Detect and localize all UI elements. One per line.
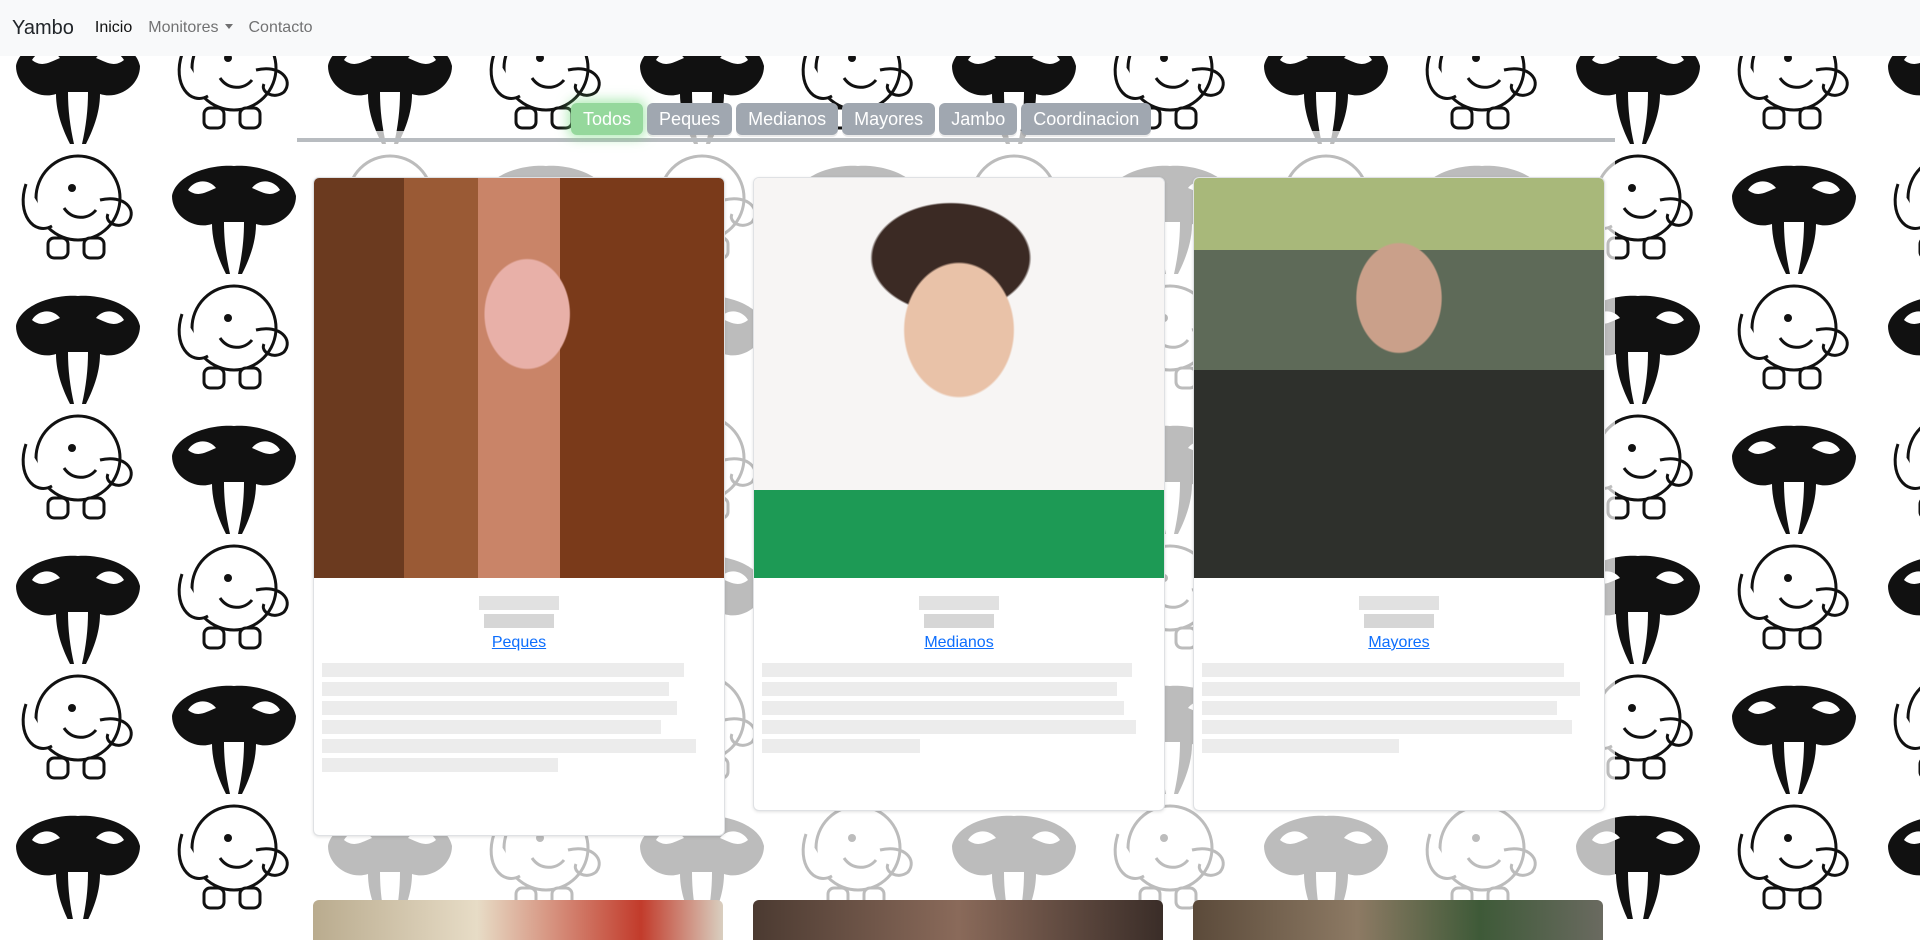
caret-down-icon	[224, 24, 233, 29]
monitor-card: Medianos	[753, 177, 1165, 811]
monitor-description-redacted	[314, 652, 724, 791]
monitor-role-redacted	[484, 614, 554, 628]
nav-link-contacto[interactable]: Contacto	[241, 11, 321, 45]
nav-link-inicio[interactable]: Inicio	[87, 11, 140, 45]
filter-mayores-button[interactable]: Mayores	[842, 103, 936, 135]
filter-todos-button[interactable]: Todos	[571, 103, 644, 135]
nav-links: Inicio Monitores Contacto	[87, 11, 321, 45]
monitor-role-redacted	[924, 614, 994, 628]
card-body: Mayores	[1194, 578, 1604, 772]
monitor-description-redacted	[754, 652, 1164, 772]
filter-coordinacion-button[interactable]: Coordinacion	[1021, 103, 1152, 135]
filter-peques-button[interactable]: Peques	[647, 103, 733, 135]
monitor-name-redacted	[1359, 596, 1439, 610]
card-body: Medianos	[754, 578, 1164, 772]
monitor-name-redacted	[919, 596, 999, 610]
monitor-photo	[314, 178, 724, 578]
top-navbar: Yambo Inicio Monitores Contacto	[0, 0, 1920, 56]
filter-button-group: Todos Peques Medianos Mayores Jambo Coor…	[571, 103, 1152, 135]
group-link-peques[interactable]: Peques	[492, 634, 546, 652]
nav-link-monitores-label: Monitores	[148, 19, 219, 36]
group-link-medianos[interactable]: Medianos	[924, 634, 993, 652]
monitor-card: Peques	[313, 177, 725, 836]
nav-dropdown-monitores[interactable]: Monitores	[140, 11, 240, 45]
monitor-photo	[754, 178, 1164, 578]
monitor-description-redacted	[1194, 652, 1604, 772]
filter-medianos-button[interactable]: Medianos	[736, 103, 839, 135]
filter-jambo-button[interactable]: Jambo	[939, 103, 1018, 135]
card-body: Peques	[314, 578, 724, 791]
monitor-photo	[1194, 178, 1604, 578]
brand-logo[interactable]: Yambo	[12, 17, 74, 40]
monitor-card-next-row	[753, 900, 1163, 940]
monitor-card-next-row	[1193, 900, 1603, 940]
monitor-card-next-row	[313, 900, 723, 940]
group-link-mayores[interactable]: Mayores	[1368, 634, 1429, 652]
monitor-name-redacted	[479, 596, 559, 610]
filter-divider	[297, 138, 1615, 142]
monitor-role-redacted	[1364, 614, 1434, 628]
monitor-card: Mayores	[1193, 177, 1605, 811]
